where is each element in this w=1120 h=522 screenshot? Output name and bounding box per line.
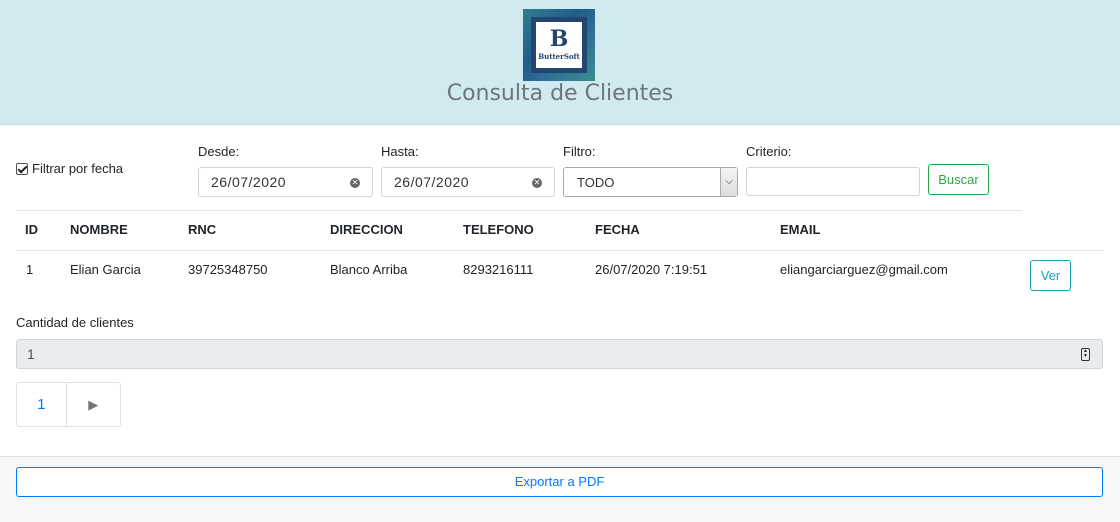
hasta-date-input[interactable]: 26/07/2020 ✕: [381, 167, 555, 197]
filtro-select[interactable]: TODO ⌵: [563, 167, 738, 197]
buttersoft-logo: B ButterSoft: [523, 9, 595, 81]
pagination: 1 ▶: [16, 382, 121, 427]
column-header-email: EMAIL: [780, 222, 821, 237]
column-header-rnc: RNC: [188, 222, 217, 237]
hasta-date-value: 26/07/2020: [394, 174, 470, 190]
cell-telefono: 8293216111: [463, 262, 534, 277]
filter-by-date-checkbox[interactable]: [16, 162, 28, 175]
filter-by-date-label: Filtrar por fecha: [32, 161, 124, 176]
cantidad-clientes-label: Cantidad de clientes: [16, 315, 134, 330]
column-header-fecha: FECHA: [595, 222, 640, 237]
column-header-nombre: NOMBRE: [70, 222, 128, 237]
cantidad-clientes-field: 1 ▲ ▼: [16, 339, 1103, 369]
cell-email: eliangarciarguez@gmail.com: [780, 262, 948, 277]
hasta-label: Hasta:: [381, 144, 419, 159]
column-header-id: ID: [25, 222, 38, 237]
desde-label: Desde:: [198, 144, 240, 159]
page-footer: Exportar a PDF: [0, 456, 1120, 522]
export-pdf-button[interactable]: Exportar a PDF: [16, 467, 1103, 497]
number-spinner-icon: ▲ ▼: [1081, 348, 1090, 361]
divider: [16, 210, 1022, 211]
criterio-label: Criterio:: [746, 144, 792, 159]
clear-icon[interactable]: ✕: [532, 178, 542, 188]
filtro-label: Filtro:: [563, 144, 596, 159]
column-header-direccion: DIRECCION: [330, 222, 403, 237]
cell-rnc: 39725348750: [188, 262, 268, 277]
clear-icon[interactable]: ✕: [350, 178, 360, 188]
chevron-down-icon[interactable]: ⌵: [720, 168, 737, 196]
page-header: B ButterSoft Consulta de Clientes: [0, 0, 1120, 125]
buscar-button[interactable]: Buscar: [928, 164, 989, 195]
cantidad-clientes-value: 1: [27, 346, 35, 362]
divider: [16, 250, 1104, 251]
logo-mark: B ButterSoft: [536, 22, 582, 68]
page-title: Consulta de Clientes: [446, 81, 674, 106]
logo-text: ButterSoft: [538, 52, 580, 61]
cell-fecha: 26/07/2020 7:19:51: [595, 262, 708, 277]
desde-date-input[interactable]: 26/07/2020 ✕: [198, 167, 373, 197]
page-1-button[interactable]: 1: [17, 383, 67, 426]
next-page-icon[interactable]: ▶: [67, 383, 120, 426]
ver-button[interactable]: Ver: [1030, 260, 1071, 291]
criterio-input[interactable]: [746, 167, 920, 196]
desde-date-value: 26/07/2020: [211, 174, 287, 190]
filtro-selected-value: TODO: [577, 175, 615, 190]
cell-id: 1: [26, 262, 34, 277]
filter-by-date-control[interactable]: Filtrar por fecha: [16, 161, 123, 176]
cell-direccion: Blanco Arriba: [330, 262, 408, 277]
logo-letter: B: [549, 26, 569, 52]
column-header-telefono: TELEFONO: [463, 222, 534, 237]
cell-nombre: Elian Garcia: [70, 262, 141, 277]
main-panel: Filtrar por fecha Desde: 26/07/2020 ✕ Ha…: [0, 125, 1120, 456]
